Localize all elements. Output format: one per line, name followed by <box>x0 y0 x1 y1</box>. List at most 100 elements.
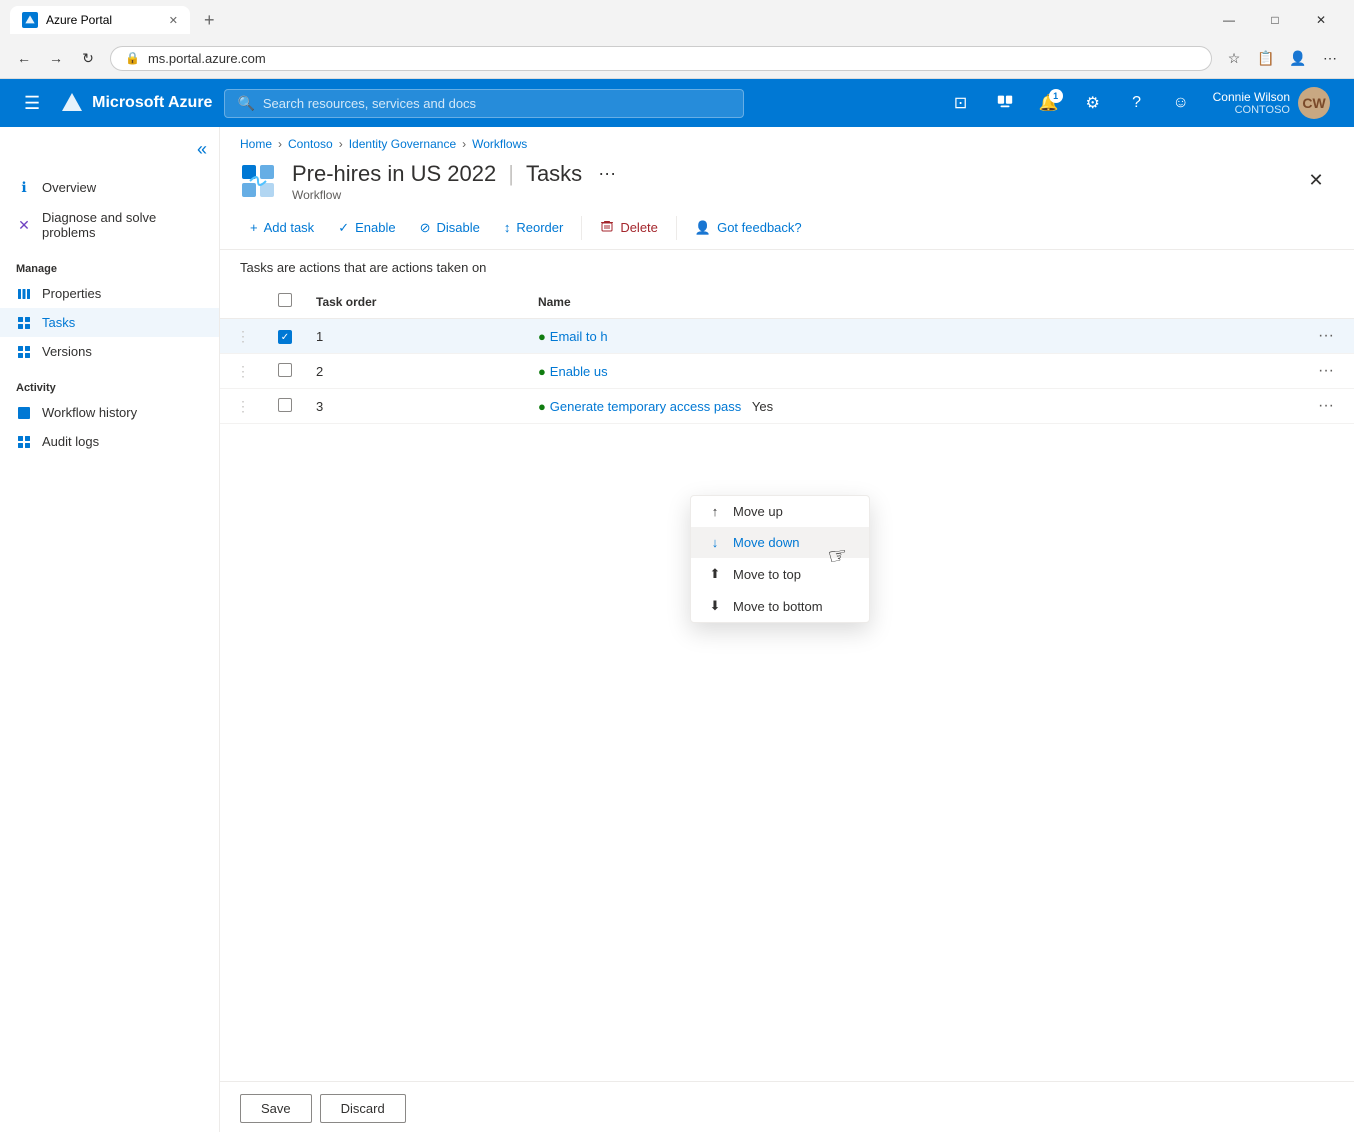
sidebar-item-overview[interactable]: ℹ Overview <box>0 172 219 203</box>
task-order-cell: 3 <box>304 389 526 424</box>
status-icon: ● <box>538 329 546 344</box>
settings-button[interactable]: ⚙ <box>1073 83 1113 123</box>
status-icon: ● <box>538 364 546 379</box>
move-to-top-label: Move to top <box>733 567 801 582</box>
help-icon: ? <box>1132 94 1141 112</box>
sidebar-item-label: Versions <box>42 344 92 359</box>
row-more-button[interactable]: ··· <box>1310 323 1342 348</box>
azure-logo[interactable]: Microsoft Azure <box>60 91 212 115</box>
tasks-table-container: Task order Name ⋮ ✓ <box>220 285 1354 424</box>
workflow-history-icon <box>16 406 32 420</box>
overview-icon: ℹ <box>16 179 32 196</box>
maximize-button[interactable]: □ <box>1252 6 1298 34</box>
sidebar-item-versions[interactable]: Versions <box>0 337 219 366</box>
drag-handle-icon[interactable]: ⋮ <box>232 363 254 379</box>
context-menu-item-move-to-bottom[interactable]: ⬇ Move to bottom <box>691 590 869 622</box>
page-more-button[interactable]: ··· <box>594 159 620 188</box>
profile-button[interactable]: 👤 <box>1284 44 1312 72</box>
collections-button[interactable]: 📋 <box>1252 44 1280 72</box>
sidebar-item-diagnose[interactable]: ✕ Diagnose and solve problems <box>0 203 219 247</box>
feedback-button[interactable]: ☺ <box>1161 83 1201 123</box>
drag-handle-cell: ⋮ <box>220 354 266 389</box>
enable-button[interactable]: ✓ Enable <box>328 215 405 241</box>
disable-button[interactable]: ⊘ Disable <box>410 215 490 241</box>
directory-button[interactable] <box>985 83 1025 123</box>
move-up-icon: ↑ <box>707 504 723 519</box>
row-more-button[interactable]: ··· <box>1310 358 1342 383</box>
extensions-button[interactable]: ⋯ <box>1316 44 1344 72</box>
tab-close-button[interactable]: ✕ <box>169 14 178 27</box>
help-button[interactable]: ? <box>1117 83 1157 123</box>
versions-icon <box>16 345 32 359</box>
task-name-link[interactable]: Enable us <box>550 364 608 379</box>
global-search[interactable]: 🔍 Search resources, services and docs <box>224 89 744 118</box>
row-checkbox[interactable] <box>278 363 292 377</box>
context-menu-item-move-up[interactable]: ↑ Move up <box>691 496 869 527</box>
table-row[interactable]: ⋮ 2 ● Enable us <box>220 354 1354 389</box>
delete-icon <box>600 219 614 236</box>
drag-handle-icon[interactable]: ⋮ <box>232 398 254 414</box>
row-more-button[interactable]: ··· <box>1310 393 1342 418</box>
user-name: Connie Wilson <box>1213 90 1290 104</box>
table-row[interactable]: ⋮ ✓ 1 ● Email to h <box>220 319 1354 354</box>
feedback-button[interactable]: 👤 Got feedback? <box>685 215 812 241</box>
breadcrumb-contoso[interactable]: Contoso <box>288 137 333 151</box>
add-task-button[interactable]: + Add task <box>240 215 324 240</box>
forward-button[interactable]: → <box>42 44 70 72</box>
checkbox-cell <box>266 389 304 424</box>
address-bar[interactable]: 🔒 ms.portal.azure.com <box>110 46 1212 71</box>
sidebar-item-label: Tasks <box>42 315 75 330</box>
tasks-icon <box>16 316 32 330</box>
new-tab-button[interactable]: + <box>198 10 221 31</box>
add-task-label: Add task <box>264 220 315 235</box>
row-actions-cell: ··· <box>1207 389 1354 424</box>
drag-handle-icon[interactable]: ⋮ <box>232 328 254 344</box>
task-name-link[interactable]: Generate temporary access pass <box>550 399 741 414</box>
reorder-icon: ↕ <box>504 220 511 235</box>
row-actions-cell: ··· <box>1207 319 1354 354</box>
cloud-shell-icon: ⊡ <box>954 93 967 113</box>
sidebar-item-properties[interactable]: Properties <box>0 279 219 308</box>
delete-button[interactable]: Delete <box>590 214 668 241</box>
col-name-header: Name <box>526 285 1207 319</box>
browser-tab[interactable]: Azure Portal ✕ <box>10 6 190 34</box>
page-close-button[interactable]: ✕ <box>1298 163 1334 199</box>
sidebar-item-audit-logs[interactable]: Audit logs <box>0 427 219 456</box>
breadcrumb-identity-governance[interactable]: Identity Governance <box>349 137 456 151</box>
context-menu: ↑ Move up ↓ Move down ⬆ Move to top ⬇ Mo… <box>690 495 870 623</box>
context-menu-item-move-to-top[interactable]: ⬆ Move to top <box>691 558 869 590</box>
reorder-label: Reorder <box>516 220 563 235</box>
cloud-shell-button[interactable]: ⊡ <box>941 83 981 123</box>
user-menu[interactable]: Connie Wilson CONTOSO CW <box>1205 83 1338 123</box>
sidebar-item-label: Audit logs <box>42 434 99 449</box>
refresh-button[interactable]: ↻ <box>74 44 102 72</box>
search-icon: 🔍 <box>237 95 254 112</box>
sidebar-item-tasks[interactable]: Tasks <box>0 308 219 337</box>
context-menu-item-move-down[interactable]: ↓ Move down <box>691 527 869 558</box>
toolbar: + Add task ✓ Enable ⊘ Disable ↕ Reorder <box>220 206 1354 250</box>
sidebar-item-workflow-history[interactable]: Workflow history <box>0 398 219 427</box>
task-name-cell: ● Email to h <box>526 319 1207 354</box>
task-name-link[interactable]: Email to h <box>550 329 608 344</box>
sidebar-collapse-button[interactable]: « <box>193 135 211 164</box>
reorder-button[interactable]: ↕ Reorder <box>494 215 573 240</box>
col-checkbox <box>266 285 304 319</box>
breadcrumb-workflows[interactable]: Workflows <box>472 137 527 151</box>
checkbox-cell: ✓ <box>266 319 304 354</box>
sidebar-item-label: Overview <box>42 180 96 195</box>
breadcrumb-home[interactable]: Home <box>240 137 272 151</box>
save-button[interactable]: Save <box>240 1094 312 1123</box>
sidebar-toggle-button[interactable]: ☰ <box>16 89 48 118</box>
table-row[interactable]: ⋮ 3 ● Generate temporary access pass <box>220 389 1354 424</box>
move-to-bottom-icon: ⬇ <box>707 598 723 614</box>
row-checkbox[interactable] <box>278 398 292 412</box>
discard-button[interactable]: Discard <box>320 1094 406 1123</box>
sidebar-item-label: Workflow history <box>42 405 137 420</box>
favorites-button[interactable]: ☆ <box>1220 44 1248 72</box>
notifications-button[interactable]: 🔔 1 <box>1029 83 1069 123</box>
select-all-checkbox[interactable] <box>278 293 292 307</box>
row-checkbox[interactable]: ✓ <box>278 330 292 344</box>
back-button[interactable]: ← <box>10 44 38 72</box>
close-window-button[interactable]: ✕ <box>1298 6 1344 34</box>
minimize-button[interactable]: — <box>1206 6 1252 34</box>
